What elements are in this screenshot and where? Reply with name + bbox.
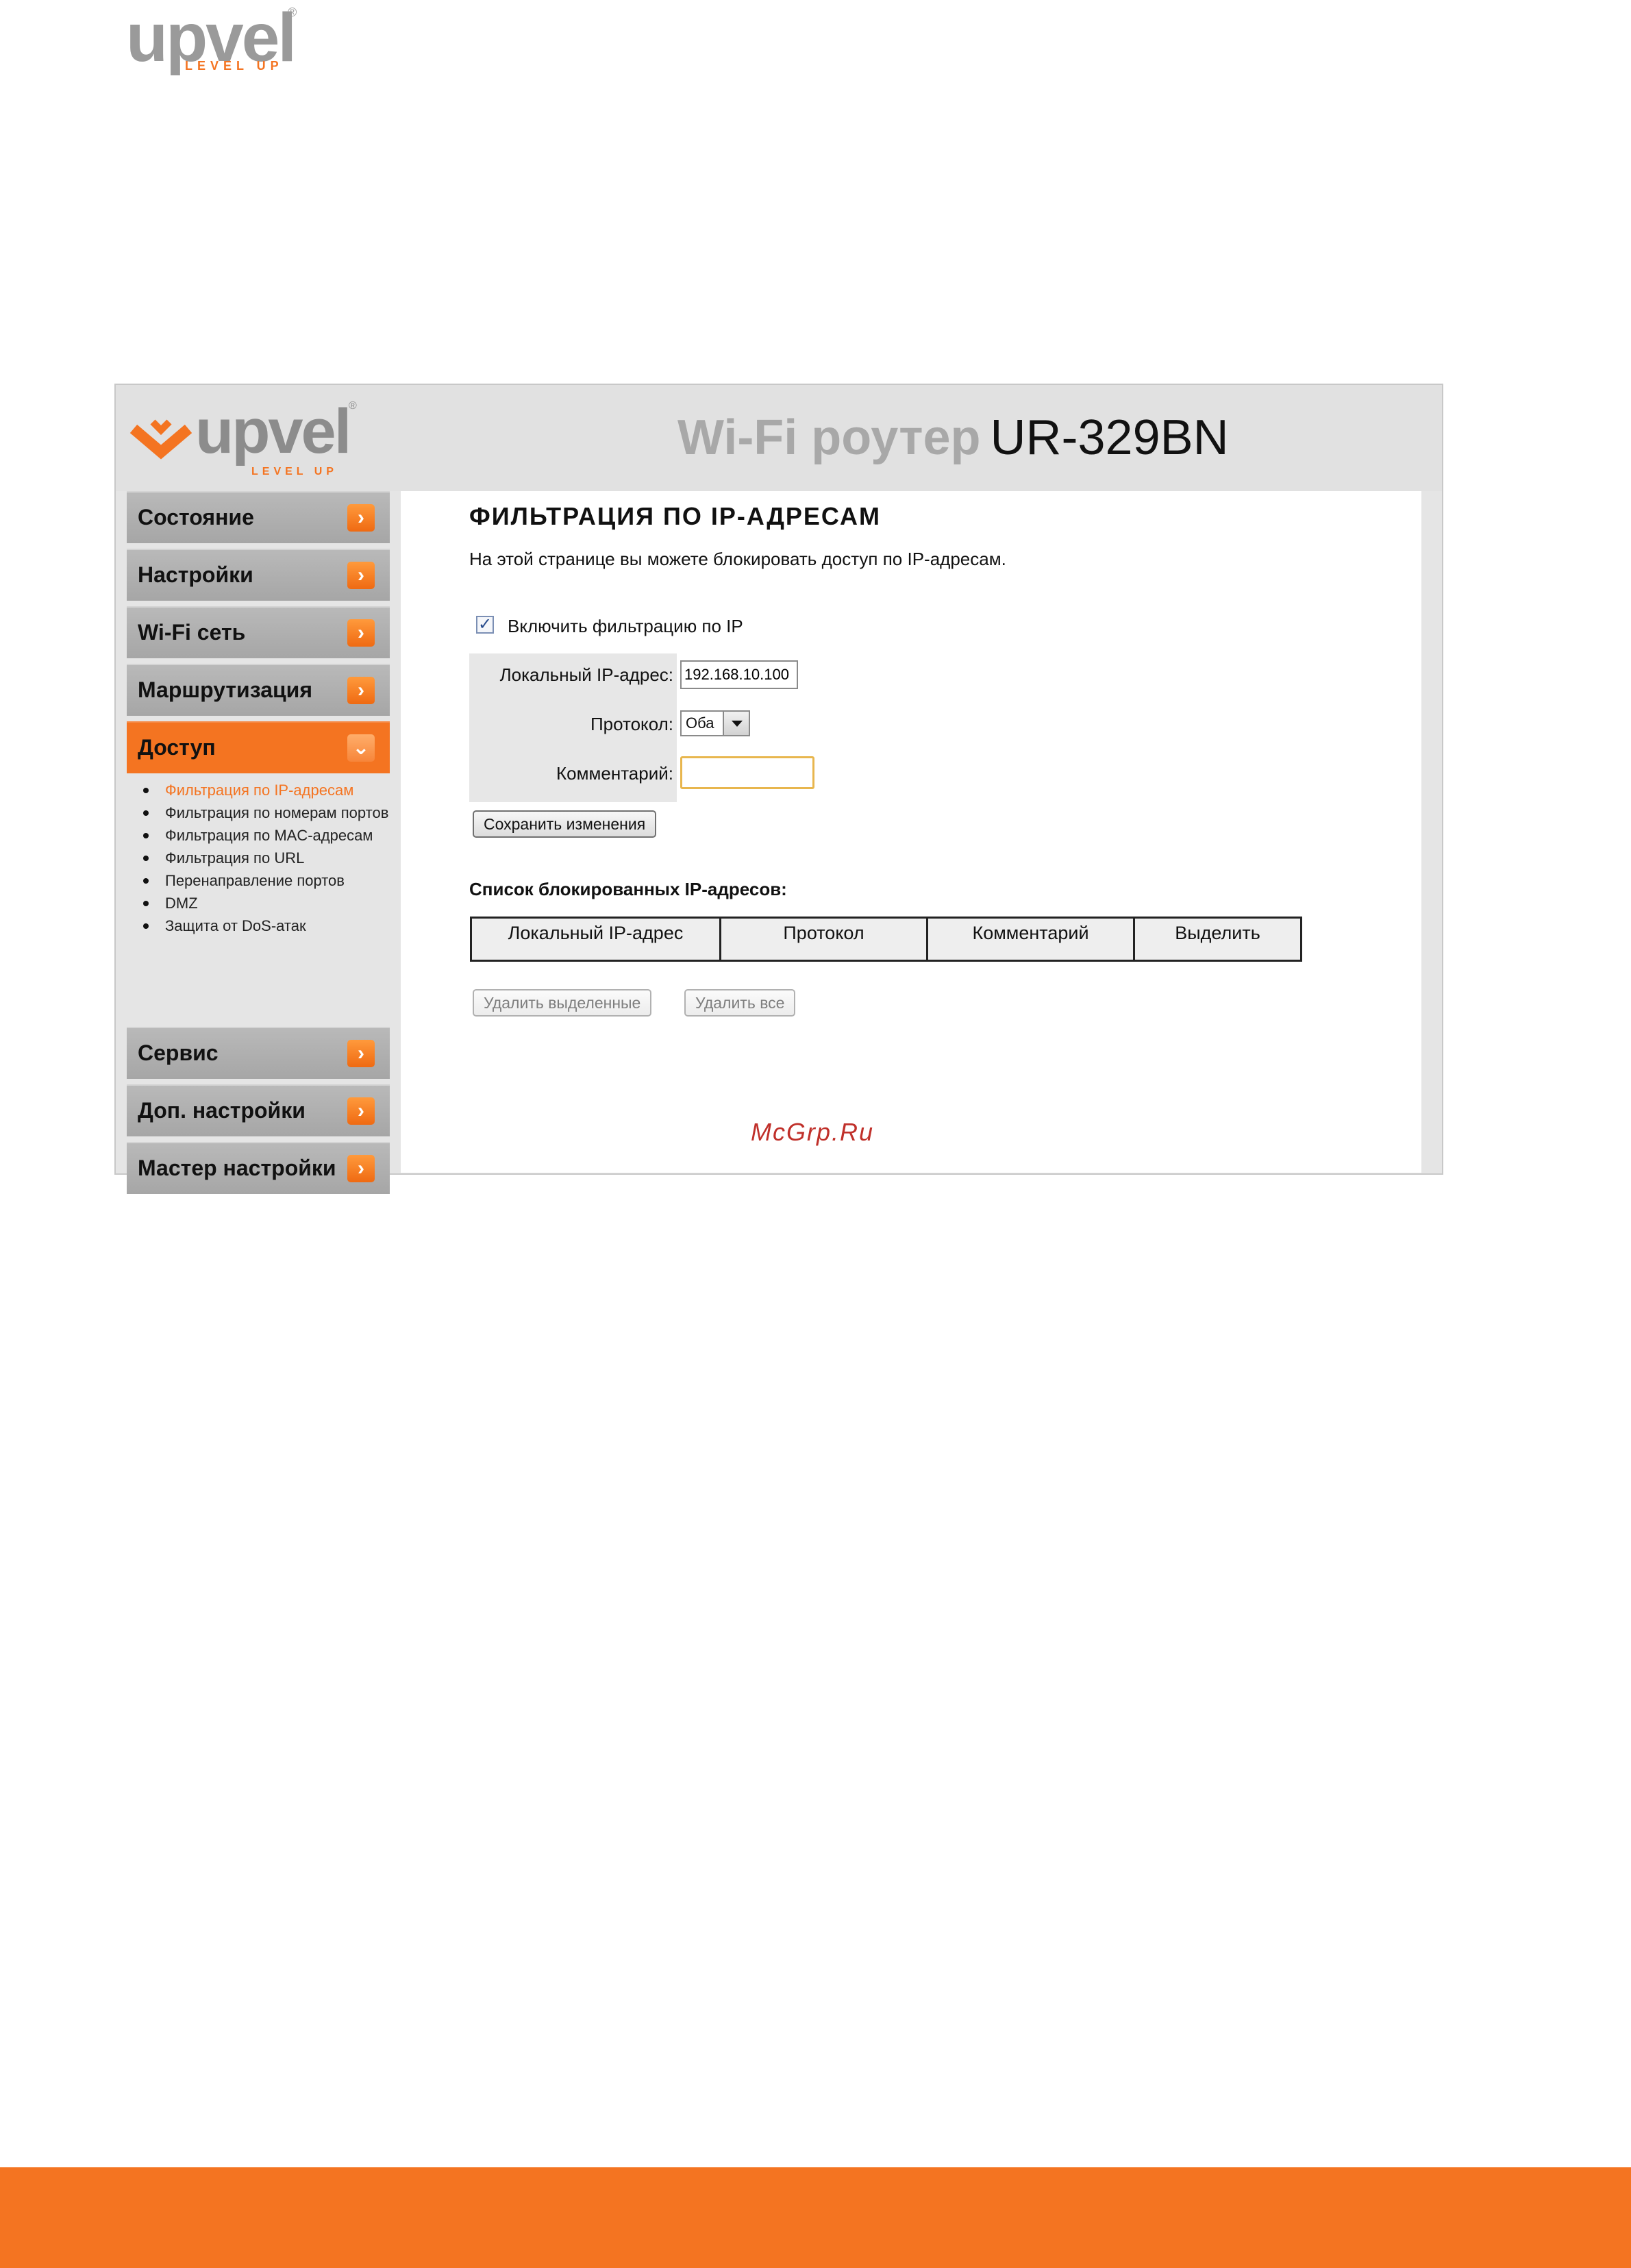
submenu-item-ip-filter[interactable]: Фильтрация по IP-адресам [140,779,390,801]
sidebar-item-access[interactable]: Доступ ⌄ [127,721,390,773]
sidebar-item-status[interactable]: Состояние › [127,491,390,543]
arrow-right-icon: › [347,504,375,532]
protocol-select[interactable]: Оба [680,710,750,736]
table-header-local-ip: Локальный IP-адрес [470,917,721,962]
page-title: ФИЛЬТРАЦИЯ ПО IP-АДРЕСАМ [469,502,881,530]
main-content: ФИЛЬТРАЦИЯ ПО IP-АДРЕСАМ На этой страниц… [401,491,1421,1173]
upvel-chevron-icon [129,419,192,460]
table-header-select: Выделить [1133,917,1302,962]
blocked-ip-list-title: Список блокированных IP-адресов: [469,879,787,899]
sidebar-item-settings[interactable]: Настройки › [127,549,390,601]
submenu-item-url-filter[interactable]: Фильтрация по URL [140,847,390,869]
header-logo-tagline: LEVEL UP [251,466,338,477]
arrow-right-icon: › [347,619,375,647]
table-header-comment: Комментарий [926,917,1135,962]
sidebar-item-service[interactable]: Сервис › [127,1027,390,1079]
arrow-right-icon: › [347,1155,375,1182]
sidebar-item-label: Wi-Fi сеть [138,620,246,645]
router-ui-screenshot: upvel ® LEVEL UP Wi-Fi роутер UR-329BN Со… [114,384,1443,1194]
sidebar-item-label: Состояние [138,505,254,529]
arrow-right-icon: › [347,562,375,589]
save-button[interactable]: Сохранить изменения [473,810,657,838]
page-description: На этой странице вы можете блокировать д… [469,549,1006,569]
comment-input[interactable] [680,756,814,789]
arrow-right-icon: › [347,1040,375,1067]
arrow-right-icon: › [347,677,375,704]
sidebar: Состояние › Настройки › Wi-Fi сеть › Мар… [127,491,391,1194]
header-logo-wordmark: upvel [195,397,351,466]
sidebar-item-wifi[interactable]: Wi-Fi сеть › [127,606,390,658]
watermark: McGrp.Ru [751,1118,875,1146]
submenu-item-dos-protection[interactable]: Защита от DoS-атак [140,914,390,937]
comment-label: Комментарий: [556,763,673,784]
header-title: Wi-Fi роутер UR-329BN [677,410,1229,466]
protocol-selected-value: Оба [686,714,714,732]
submenu-item-port-filter[interactable]: Фильтрация по номерам портов [140,801,390,824]
sidebar-item-label: Маршрутизация [138,677,313,702]
delete-selected-button[interactable]: Удалить выделенные [473,989,652,1017]
page-logo-registered: ® [288,5,297,19]
sidebar-item-advanced[interactable]: Доп. настройки › [127,1084,390,1136]
header-model: UR-329BN [990,410,1229,465]
sidebar-item-label: Сервис [138,1040,219,1065]
footer-bar [0,2167,1631,2268]
sidebar-item-label: Мастер настройки [138,1156,336,1180]
header-logo[interactable]: upvel ® LEVEL UP [129,397,362,482]
header: upvel ® LEVEL UP Wi-Fi роутер UR-329BN [116,385,1442,491]
sidebar-item-wizard[interactable]: Мастер настройки › [127,1142,390,1194]
access-submenu: Фильтрация по IP-адресам Фильтрация по н… [140,779,390,937]
sidebar-item-label: Доступ [138,735,216,760]
enable-ip-filter-checkbox[interactable]: ✓ [476,616,494,634]
submenu-item-mac-filter[interactable]: Фильтрация по MAC-адресам [140,824,390,847]
table-header-protocol: Протокол [719,917,928,962]
table-header-row: Локальный IP-адрес Протокол Комментарий … [470,917,1302,962]
arrow-right-icon: › [347,1097,375,1125]
local-ip-label: Локальный IP-адрес: [499,664,673,685]
protocol-label: Протокол: [590,714,673,734]
header-title-prefix: Wi-Fi роутер [677,410,981,465]
submenu-item-port-forwarding[interactable]: Перенаправление портов [140,869,390,892]
page-logo: upvel ® LEVEL UP [126,0,304,76]
chevron-down-icon: ⌄ [347,734,375,762]
chevron-down-icon[interactable] [723,712,749,735]
blocked-ip-table: Локальный IP-адрес Протокол Комментарий … [470,917,1302,962]
header-logo-registered: ® [349,400,357,412]
enable-ip-filter-label: Включить фильтрацию по IP [508,616,743,636]
local-ip-input[interactable]: 192.168.10.100 [680,660,798,689]
submenu-item-dmz[interactable]: DMZ [140,892,390,914]
sidebar-item-label: Настройки [138,562,253,587]
delete-all-button[interactable]: Удалить все [684,989,796,1017]
page-logo-tagline: LEVEL UP [185,59,284,73]
sidebar-item-label: Доп. настройки [138,1098,306,1123]
sidebar-item-routing[interactable]: Маршрутизация › [127,664,390,716]
